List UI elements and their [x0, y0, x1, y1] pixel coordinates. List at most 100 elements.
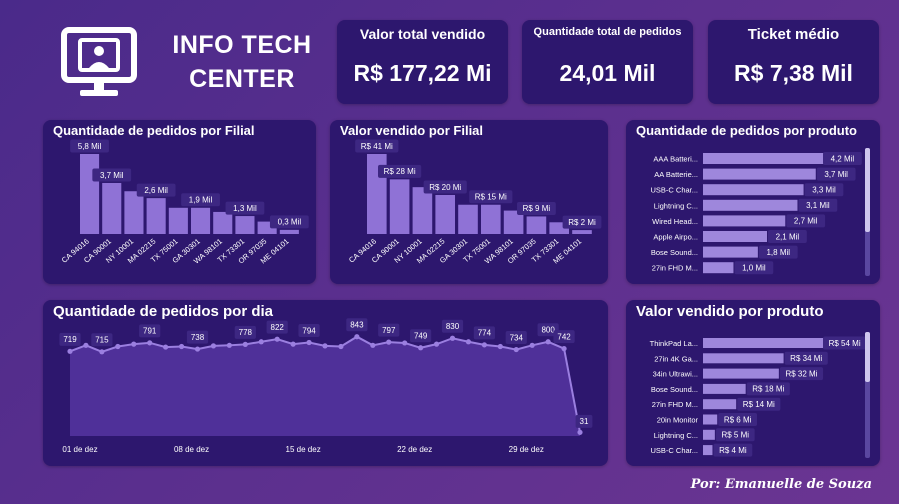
data-point — [449, 335, 456, 341]
y-category-label: 20in Monitor — [657, 416, 699, 425]
data-label: 2,7 Mil — [794, 217, 818, 226]
x-tick-label: 08 de dez — [174, 445, 209, 454]
x-tick-label: 22 de dez — [397, 445, 432, 454]
hbar-3 — [703, 184, 804, 196]
kpi-title-total-orders: Quantidade total de pedidos — [533, 26, 682, 38]
hbar-1 — [703, 153, 831, 164]
data-label: 778 — [239, 328, 253, 337]
scrollbar-sales-by-product[interactable] — [865, 332, 870, 458]
y-category-label: 27in 4K Ga... — [654, 354, 698, 363]
y-category-label: 27in FHD M... — [652, 400, 698, 409]
bar-1 — [80, 154, 100, 234]
y-category-label: 27in FHD M... — [652, 264, 698, 273]
data-label: R$ 54 Mi — [829, 339, 861, 348]
bar-8 — [235, 216, 255, 234]
data-label: 3,3 Mil — [812, 186, 836, 195]
data-point — [290, 341, 296, 347]
data-point — [513, 346, 519, 353]
bar-6 — [481, 204, 501, 234]
data-point — [402, 340, 408, 346]
hbar-7 — [703, 246, 758, 258]
data-label: R$ 34 Mi — [790, 354, 822, 363]
brand-title: INFO TECH CENTER — [162, 28, 322, 96]
y-category-label: AAA Batteri... — [653, 155, 698, 164]
y-category-label: Wired Head... — [652, 217, 698, 226]
data-point — [338, 343, 344, 350]
data-point — [274, 336, 280, 342]
data-label: R$ 14 Mi — [743, 400, 775, 409]
data-label: 791 — [143, 327, 157, 336]
data-label: 2,6 Mil — [144, 186, 168, 195]
data-point — [418, 345, 424, 351]
y-category-label: ThinkPad La... — [650, 339, 698, 348]
brand-title-line1: INFO TECH — [172, 31, 312, 59]
hbar-4 — [703, 199, 798, 211]
y-category-label: 34in Ultrawi... — [653, 370, 698, 379]
data-label: R$ 18 Mi — [752, 385, 784, 394]
kpi-value-total-orders: 24,01 Mil — [559, 60, 656, 86]
bar-6 — [191, 207, 211, 234]
chart-sales-by-product: Valor vendido por produto ThinkPad La...… — [626, 300, 880, 466]
chart-orders-by-day: Quantidade de pedidos por dia 719 715 791 7… — [43, 300, 608, 466]
hbar-5 — [703, 215, 786, 227]
kpi-card-total-orders: Quantidade total de pedidos 24,01 Mil — [522, 20, 693, 104]
kpi-value-average-ticket: R$ 7,38 Mil — [734, 60, 853, 86]
chart-svg-sales-by-branch: CA 94016CA 90001NY 10001MA 02215GA 30301… — [347, 139, 602, 266]
x-tick-label: 15 de dez — [286, 445, 321, 454]
bar-10 — [572, 230, 592, 234]
y-category-label: USB-C Char... — [650, 186, 698, 195]
hbar-2 — [703, 353, 784, 364]
data-label: 31 — [580, 417, 589, 426]
bar-8 — [526, 216, 547, 234]
data-point — [115, 343, 121, 350]
chart-svg-orders-by-branch: CA 94016CA 90001NY 10001MA 02215TX 75001… — [60, 139, 309, 266]
x-tick-label: 29 de dez — [509, 445, 544, 454]
data-label: R$ 5 Mi — [721, 431, 749, 440]
data-point — [210, 343, 217, 349]
data-label: 738 — [191, 333, 205, 342]
hbar-1 — [703, 338, 831, 348]
data-point — [465, 339, 472, 345]
data-label: R$ 6 Mi — [724, 415, 752, 424]
data-label: 797 — [382, 326, 396, 335]
data-label: R$ 41 Mi — [361, 142, 393, 151]
data-label: 1,0 Mil — [742, 264, 766, 273]
data-point — [131, 341, 137, 347]
scrollbar-thumb-orders-by-product[interactable] — [865, 148, 870, 232]
data-point — [577, 429, 583, 435]
data-point — [99, 349, 105, 355]
data-point — [354, 334, 360, 340]
scrollbar-thumb-sales-by-product[interactable] — [865, 332, 870, 382]
y-category-label: Bose Sound... — [651, 248, 698, 257]
data-point — [306, 339, 312, 346]
data-point — [242, 341, 248, 347]
kpi-value-total-sales: R$ 177,22 Mi — [353, 60, 492, 86]
data-label: 1,8 Mil — [766, 248, 790, 257]
hbar-4 — [703, 383, 746, 394]
data-point — [258, 339, 264, 345]
data-point — [370, 342, 376, 348]
data-label: R$ 4 Mi — [719, 446, 747, 455]
scrollbar-orders-by-product[interactable] — [865, 148, 870, 276]
x-tick-label: 01 de dez — [62, 445, 97, 454]
bar-4 — [435, 194, 456, 234]
data-label: 794 — [302, 326, 316, 335]
data-label: 843 — [350, 321, 364, 330]
kpi-title-average-ticket: Ticket médio — [747, 26, 840, 43]
data-label: 1,3 Mil — [233, 204, 257, 213]
chart-orders-by-branch: Quantidade de pedidos por Filial CA 9401… — [43, 120, 316, 284]
y-category-label: Lightning C... — [654, 201, 698, 210]
data-point — [545, 339, 551, 345]
hbar-6 — [703, 231, 767, 242]
kpi-title-total-sales: Valor total vendido — [359, 26, 486, 42]
data-point — [163, 344, 169, 350]
bar-2 — [389, 179, 410, 234]
data-point — [147, 340, 153, 346]
hbar-8 — [703, 445, 713, 456]
y-category-label: AA Batterie... — [654, 170, 698, 179]
data-label: 749 — [414, 332, 428, 341]
bar-3 — [412, 187, 433, 234]
chart-svg-orders-by-day: 719 715 791 738 778 822 794 843 797 749 830 774 734 8… — [59, 318, 593, 454]
data-label: 734 — [510, 333, 524, 342]
hbar-8 — [703, 262, 734, 274]
